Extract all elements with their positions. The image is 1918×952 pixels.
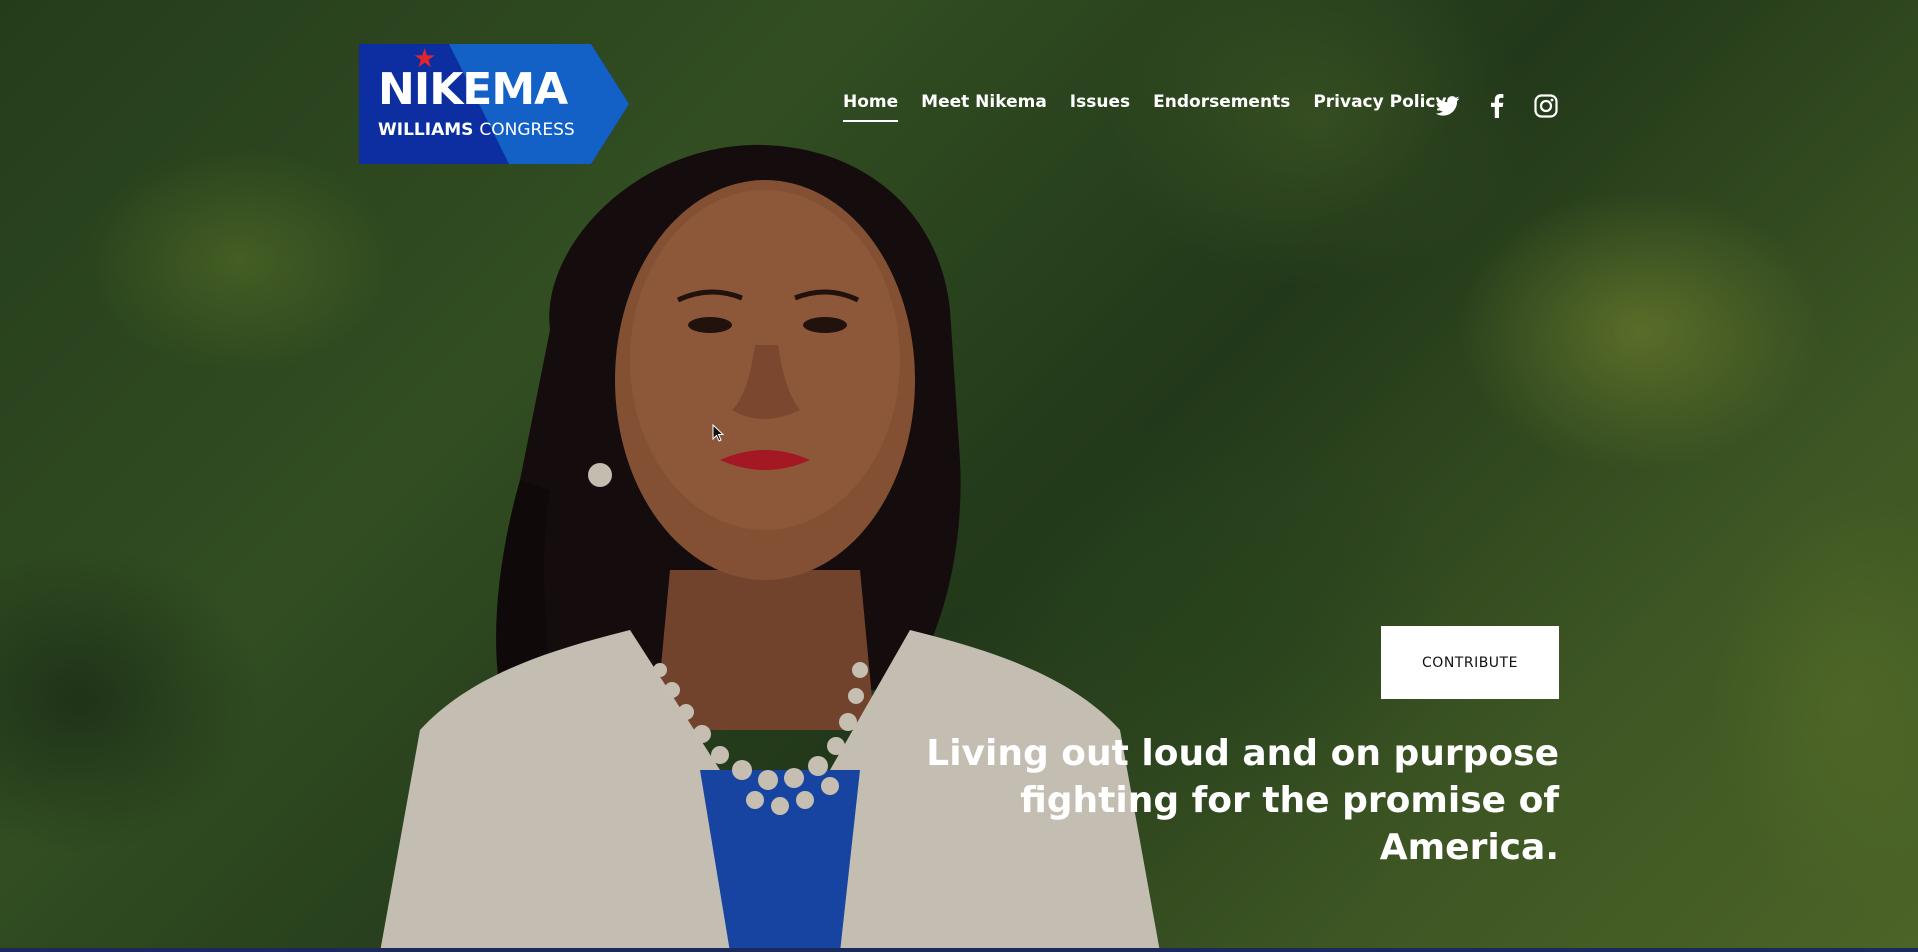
nav-issues[interactable]: Issues: [1070, 92, 1130, 122]
nav-privacy-policy[interactable]: Privacy Policy: [1313, 92, 1446, 122]
nav-meet-nikema[interactable]: Meet Nikema: [921, 92, 1047, 122]
logo-name-main: NIKEMA: [378, 64, 568, 115]
bottom-accent-bar: [0, 948, 1918, 952]
logo-name-sub: WILLIAMS CONGRESS: [378, 122, 575, 139]
twitter-icon[interactable]: [1435, 93, 1461, 119]
nav-home[interactable]: Home: [843, 92, 899, 122]
site-logo[interactable]: ★ NIKEMA WILLIAMS CONGRESS: [359, 44, 629, 164]
mouse-cursor-icon: [712, 424, 724, 442]
instagram-icon[interactable]: [1533, 93, 1559, 119]
logo-name-first: WILLIAMS: [378, 120, 474, 140]
hero-headline: Living out loud and on purpose fighting …: [926, 733, 1559, 868]
facebook-icon[interactable]: [1484, 93, 1510, 119]
logo-congress: CONGRESS: [479, 120, 575, 140]
contribute-button[interactable]: CONTRIBUTE: [1381, 626, 1559, 699]
nav-endorsements[interactable]: Endorsements: [1153, 92, 1290, 122]
main-nav: Home Meet Nikema Issues Endorsements Pri…: [843, 92, 1470, 122]
hero-section: ★ NIKEMA WILLIAMS CONGRESS Home Meet Nike…: [0, 0, 1918, 952]
